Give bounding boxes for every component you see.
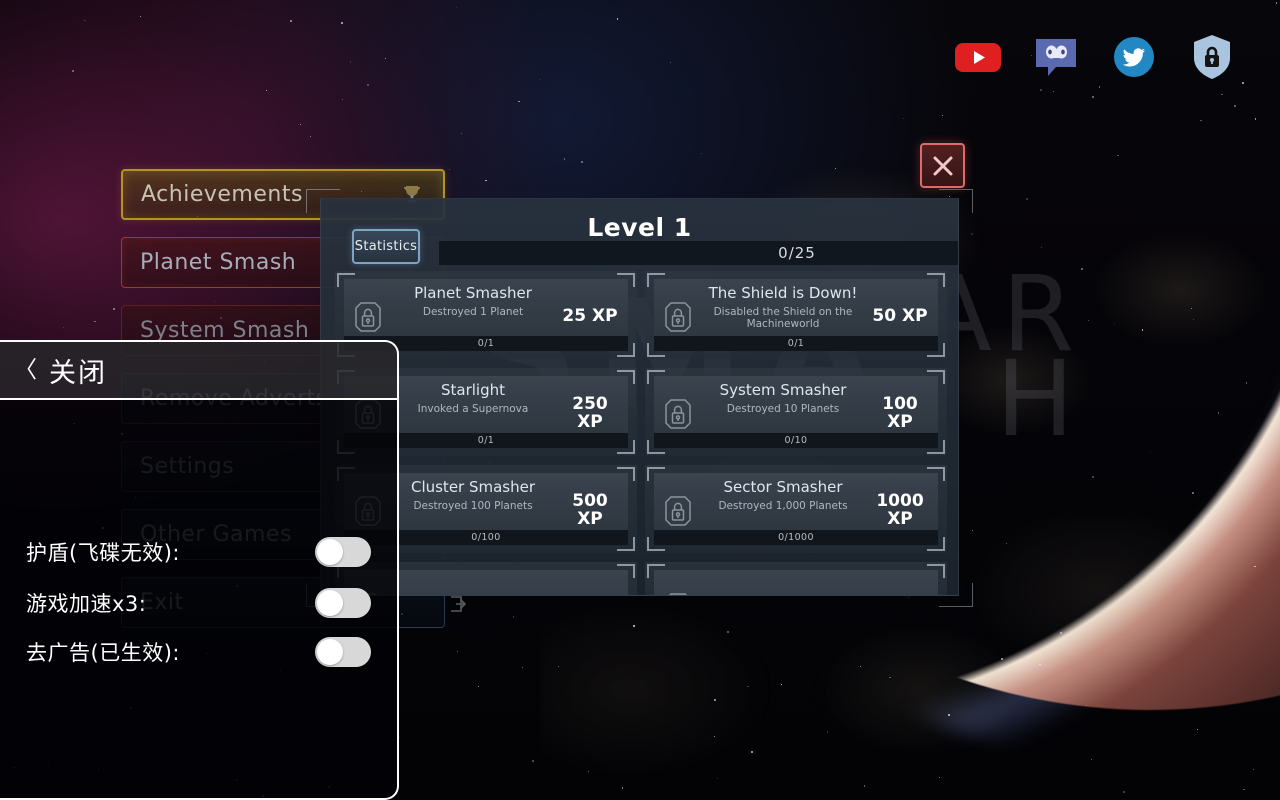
dialog-corner-br: [939, 583, 973, 607]
achievement-card-body: [654, 570, 938, 595]
achievement-name: Starlight: [440, 381, 505, 399]
achievement-description: Disabled the Shield on the Machineworld: [713, 305, 853, 331]
cn-row-noads: 去广告(已生效):: [26, 633, 371, 671]
achievement-progress: 0/1: [654, 336, 938, 351]
lock-icon: [658, 574, 698, 595]
achievement-description: Destroyed 100 Planets: [413, 499, 533, 512]
cn-toggle-noads[interactable]: [315, 637, 371, 667]
achievement-xp: [558, 574, 622, 595]
cn-close-header[interactable]: 〈 关闭: [0, 342, 397, 400]
achievements-dialog: SMA Level 1 Statistics 0/25 XP Planet Sm…: [320, 198, 959, 596]
cn-row-label: 护盾(飞碟无效):: [26, 541, 180, 565]
achievement-name: Sector Smasher: [723, 478, 843, 496]
cn-close-label: 关闭: [49, 357, 107, 389]
discord-icon[interactable]: [1033, 34, 1079, 80]
cn-row-label: 去广告(已生效):: [26, 641, 180, 665]
tab-statistics[interactable]: Statistics: [352, 229, 420, 264]
youtube-icon[interactable]: [955, 34, 1001, 80]
cn-settings-overlay: 〈 关闭 护盾(飞碟无效): 游戏加速x3: 去广告(已生效):: [0, 340, 399, 800]
achievement-description: Destroyed 10 Planets: [726, 402, 840, 415]
achievement-name: Cluster Smasher: [410, 478, 536, 496]
dialog-corner-tl: [306, 189, 340, 213]
achievement-name: Planet Smasher: [414, 284, 532, 302]
twitter-icon[interactable]: [1111, 34, 1157, 80]
achievement-card[interactable]: [645, 562, 947, 595]
achievement-card[interactable]: The Shield is Down! Disabled the Shield o…: [645, 271, 947, 359]
cn-row-label: 游戏加速x3:: [26, 592, 147, 616]
achievement-progress: 0/1000: [654, 530, 938, 545]
achievement-text: [698, 574, 868, 595]
xp-progress-value: 0/25: [778, 244, 816, 262]
cn-toggle-speed[interactable]: [315, 588, 371, 618]
achievement-description: Destroyed 1,000 Planets: [718, 499, 848, 512]
close-icon: [933, 156, 952, 175]
cn-row-shield: 护盾(飞碟无效):: [26, 533, 371, 571]
achievement-progress: 0/10: [654, 433, 938, 448]
toggle-knob: [317, 590, 343, 616]
tab-statistics-label: Statistics: [354, 239, 418, 254]
achievement-description: Destroyed 1 Planet: [422, 305, 524, 318]
cn-toggle-shield[interactable]: [315, 537, 371, 567]
privacy-shield-icon[interactable]: [1189, 34, 1235, 80]
achievement-card[interactable]: System Smasher Destroyed 10 Planets 100 XP…: [645, 368, 947, 456]
close-button[interactable]: [920, 143, 965, 188]
achievement-card[interactable]: Sector Smasher Destroyed 1,000 Planets 100…: [645, 465, 947, 553]
chevron-left-icon: 〈: [14, 356, 37, 383]
achievement-name: The Shield is Down!: [708, 284, 858, 302]
toggle-knob: [317, 639, 343, 665]
achievement-xp: [868, 574, 932, 595]
achievement-text: [388, 574, 558, 595]
toggle-knob: [317, 539, 343, 565]
cn-row-speed: 游戏加速x3:: [26, 584, 371, 622]
dialog-corner-tr: [939, 189, 973, 213]
achievement-description: Invoked a Supernova: [417, 402, 529, 415]
social-links: [955, 34, 1235, 80]
xp-progress-bar: 0/25: [439, 241, 958, 265]
achievement-name: System Smasher: [719, 381, 847, 399]
achievements-grid: Planet Smasher Destroyed 1 Planet 25 XP 0/1…: [335, 271, 947, 595]
